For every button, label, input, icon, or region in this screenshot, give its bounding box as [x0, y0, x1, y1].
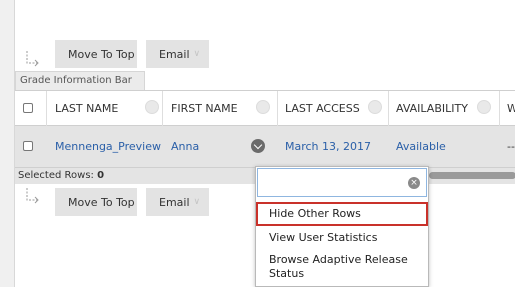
column-menu-icon[interactable] [256, 100, 270, 114]
cell-availability[interactable]: Available [396, 140, 446, 153]
grade-information-bar[interactable]: Grade Information Bar [15, 71, 145, 90]
move-to-top-button[interactable]: Move To Top [55, 40, 137, 68]
column-menu-icon[interactable] [477, 100, 491, 114]
selected-rows-count: 0 [97, 170, 105, 181]
menu-item-browse-adaptive-release-status[interactable]: Browse Adaptive Release Status [256, 251, 428, 287]
column-header-last-access[interactable]: LAST ACCESS [285, 102, 360, 115]
cell-extra: -- [507, 140, 515, 153]
chevron-down-icon[interactable] [251, 139, 265, 153]
chevron-down-icon: ∨ [193, 197, 201, 207]
chevron-down-icon: ∨ [193, 49, 201, 59]
menu-search-input[interactable]: × [257, 168, 427, 197]
clear-icon[interactable]: × [408, 177, 420, 189]
table-header: LAST NAME FIRST NAME LAST ACCESS AVAILAB… [15, 90, 515, 126]
turn-arrow-icon [26, 51, 39, 67]
column-header-w[interactable]: W [507, 102, 515, 115]
horizontal-scrollbar[interactable] [429, 172, 515, 179]
move-to-top-button-bottom[interactable]: Move To Top [55, 188, 137, 216]
cell-last-name[interactable]: Mennenga_Preview [55, 140, 161, 153]
cell-last-access[interactable]: March 13, 2017 [285, 140, 371, 153]
column-header-availability[interactable]: AVAILABILITY [396, 102, 468, 115]
table-row: Mennenga_Preview Anna March 13, 2017 Ava… [15, 126, 515, 168]
turn-arrow-icon [26, 188, 39, 204]
row-context-menu: × Hide Other Rows View User Statistics B… [255, 166, 429, 287]
email-button[interactable]: Email ∨ [146, 40, 209, 68]
menu-item-view-user-statistics[interactable]: View User Statistics [256, 227, 428, 249]
grade-center-panel: Move To Top Email ∨ Grade Information Ba… [14, 0, 515, 287]
column-menu-icon[interactable] [145, 100, 159, 114]
select-all-checkbox[interactable] [23, 103, 33, 113]
column-header-last-name[interactable]: LAST NAME [55, 102, 118, 115]
cell-first-name[interactable]: Anna [171, 140, 199, 153]
menu-item-hide-other-rows[interactable]: Hide Other Rows [256, 202, 428, 226]
row-checkbox[interactable] [23, 141, 33, 151]
email-button-bottom[interactable]: Email ∨ [146, 188, 209, 216]
column-menu-icon[interactable] [368, 100, 382, 114]
column-header-first-name[interactable]: FIRST NAME [171, 102, 238, 115]
